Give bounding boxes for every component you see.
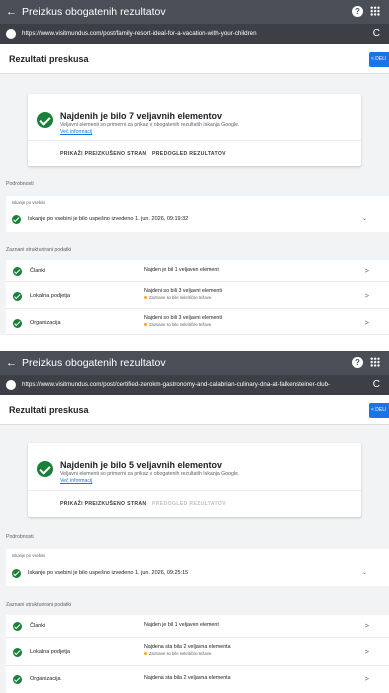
url-bar: https://www.visitmundus.com/post/family-… [0,24,389,44]
summary-card: Najdenih je bilo 5 veljavnih elementov V… [28,443,361,517]
globe-icon [6,380,16,390]
crawl-status-text: Iskanje po vsebini je bilo uspešno izved… [28,216,189,222]
row-warning: Zaznane so bile nekritične težave. [144,322,212,328]
reload-icon[interactable]: C [373,27,380,41]
check-icon [13,292,22,301]
url-bar: https://www.visitmundus.com/post/certifi… [0,375,389,395]
table-row[interactable]: Članki Najden je bil 1 veljaven element … [6,615,389,638]
share-button[interactable]: < DELI [369,52,389,67]
back-arrow-icon[interactable]: ← [6,5,17,19]
crawl-status-text: Iskanje po vsebini je bilo uspešno izved… [28,570,189,576]
view-tested-page-button[interactable]: PRIKAŽI PREIZKUŠENO STRAN [60,500,146,508]
tested-url: https://www.visitmundus.com/post/family-… [22,30,257,37]
chevron-right-icon[interactable]: > [365,291,369,301]
success-check-icon [37,461,53,477]
summary-title: Najdenih je bilo 7 veljavnih elementov [60,111,223,121]
expand-chevron-icon[interactable]: ⌄ [362,569,367,577]
tested-url: https://www.visitmundus.com/post/certifi… [22,381,331,388]
results-header: Rezultati preskusa < DELI [0,44,389,74]
crawl-panel[interactable]: Iskanje po vsebini Iskanje po vsebini je… [6,196,389,232]
apps-grid-icon[interactable] [370,6,380,16]
row-result: Najdeni so bili 3 veljavni elementi [144,288,223,294]
summary-card: Najdenih je bilo 7 veljavnih elementov V… [28,94,361,166]
apps-grid-icon[interactable] [370,357,380,367]
back-arrow-icon[interactable]: ← [6,356,17,370]
row-result: Najdena sta bila 2 veljavna elementa [144,675,231,681]
row-type-name: Članki [30,623,46,629]
check-icon [12,215,21,224]
chevron-right-icon[interactable]: > [365,647,369,657]
row-type-name: Organizacija [30,676,61,682]
row-result: Najden je bil 1 veljaven element [144,622,219,628]
help-icon[interactable]: ? [352,6,363,17]
check-icon [13,622,22,631]
structured-data-section-label: Zaznani strukturirani podatki [6,602,72,608]
check-icon [13,675,22,684]
results-screen-2: ← Preizkus obogatenih rezultatov ? https… [0,351,389,693]
row-result: Najdena sta bila 2 veljavna elementa [144,644,231,650]
table-row[interactable]: Lokalna podjetja Najdena sta bila 2 velj… [6,638,389,666]
card-divider [28,140,361,141]
app-top-bar: ← Preizkus obogatenih rezultatov ? [0,351,389,375]
structured-data-section-label: Zaznani strukturirani podatki [6,247,72,253]
structured-data-table: Članki Najden je bil 1 veljaven element … [6,615,389,693]
expand-chevron-icon[interactable]: ⌄ [362,215,367,223]
help-icon[interactable]: ? [352,357,363,368]
crawl-label: Iskanje po vsebini [12,200,46,205]
preview-results-button[interactable]: PREDOGLED REZULTATOV [152,150,226,158]
structured-data-table: Članki Najden je bil 1 veljaven element … [6,260,389,335]
row-type-name: Lokalna podjetja [30,649,71,655]
row-warning: Zaznane so bile nekritične težave. [144,651,212,657]
globe-icon [6,29,16,39]
more-info-link[interactable]: Več informacij [60,478,92,485]
app-title: Preizkus obogatenih rezultatov [22,357,166,369]
results-header: Rezultati preskusa < DELI [0,395,389,425]
page-title: Rezultati preskusa [9,54,89,64]
details-section-label: Podrobnosti [6,181,34,187]
details-section-label: Podrobnosti [6,534,34,540]
row-result: Najdeni so bili 3 veljavni elementi [144,315,223,321]
results-screen-1: ← Preizkus obogatenih rezultatov ? https… [0,0,389,335]
share-button[interactable]: < DELI [369,403,389,418]
card-divider [28,490,361,491]
check-icon [12,569,21,578]
row-type-name: Organizacija [30,320,61,326]
summary-description: Veljavni elementi so primerni za prikaz … [60,471,240,477]
table-row[interactable]: Organizacija Najdeni so bili 3 veljavni … [6,309,389,335]
view-tested-page-button[interactable]: PRIKAŽI PREIZKUŠENO STRAN [60,150,146,158]
crawl-panel[interactable]: Iskanje po vsebini Iskanje po vsebini je… [6,549,389,586]
preview-results-button: PREDOGLED REZULTATOV [152,501,226,507]
chevron-right-icon[interactable]: > [365,674,369,684]
row-warning: Zaznane so bile nekritične težave. [144,295,212,301]
app-title: Preizkus obogatenih rezultatov [22,6,166,18]
app-top-bar: ← Preizkus obogatenih rezultatov ? [0,0,389,24]
summary-title: Najdenih je bilo 5 veljavnih elementov [60,460,223,470]
check-icon [13,319,22,328]
check-icon [13,648,22,657]
more-info-link[interactable]: Več informacij [60,129,92,136]
chevron-right-icon[interactable]: > [365,621,369,631]
summary-description: Veljavni elementi so primerni za prikaz … [60,122,240,128]
table-row[interactable]: Lokalna podjetja Najdeni so bili 3 velja… [6,282,389,309]
row-type-name: Lokalna podjetja [30,293,71,299]
table-row[interactable]: Članki Najden je bil 1 veljaven element … [6,260,389,282]
page-title: Rezultati preskusa [9,405,89,415]
crawl-label: Iskanje po vsebini [12,553,46,558]
row-result: Najden je bil 1 veljaven element [144,267,219,273]
success-check-icon [37,112,53,128]
check-icon [13,267,22,276]
table-row[interactable]: Organizacija Najdena sta bila 2 veljavna… [6,666,389,693]
reload-icon[interactable]: C [373,378,380,392]
chevron-right-icon[interactable]: > [365,266,369,276]
chevron-right-icon[interactable]: > [365,318,369,328]
row-type-name: Članki [30,268,46,274]
